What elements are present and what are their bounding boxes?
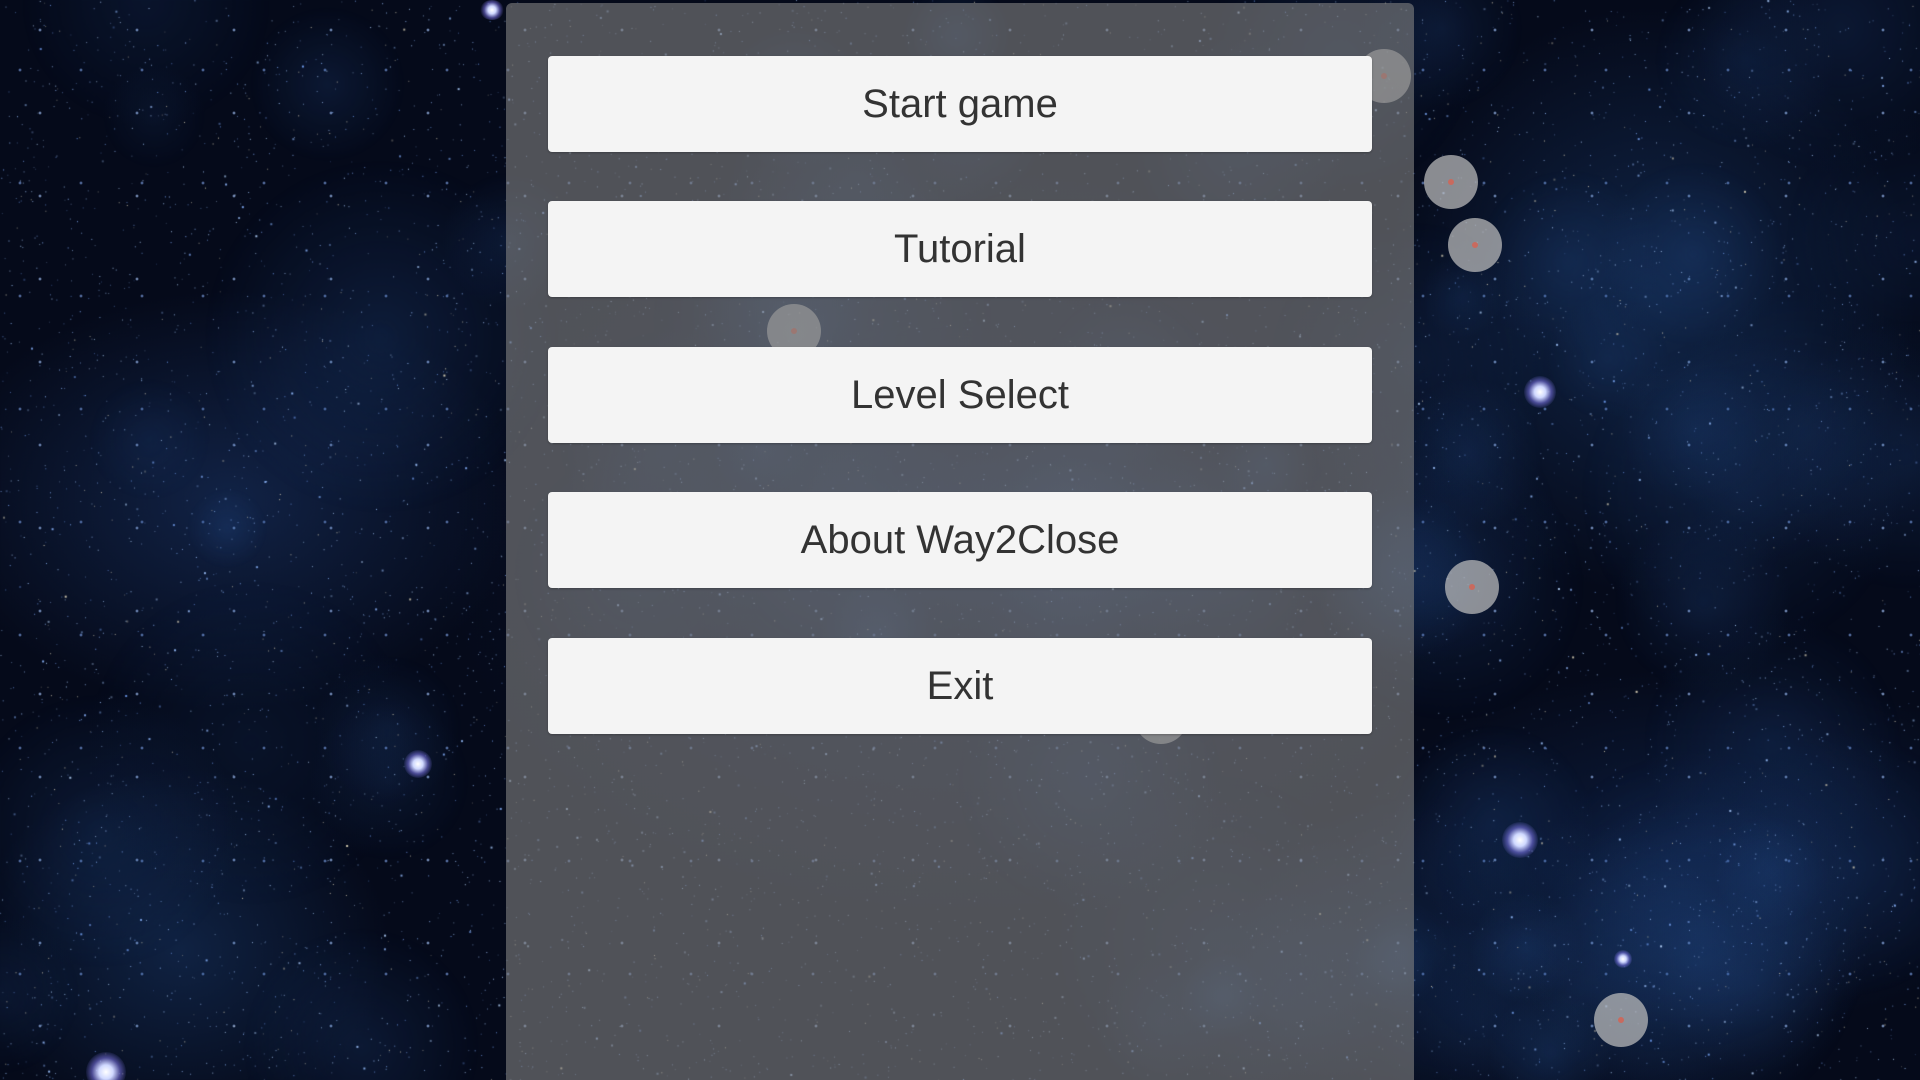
bright-star	[1614, 950, 1632, 968]
bright-star	[480, 0, 504, 20]
exit-button[interactable]: Exit	[548, 638, 1372, 734]
start-game-button[interactable]: Start game	[548, 56, 1372, 152]
bright-star	[404, 750, 432, 778]
tutorial-button[interactable]: Tutorial	[548, 201, 1372, 297]
bright-star	[1502, 822, 1538, 858]
orb	[1594, 993, 1648, 1047]
about-button[interactable]: About Way2Close	[548, 492, 1372, 588]
level-select-button[interactable]: Level Select	[548, 347, 1372, 443]
orb	[1445, 560, 1499, 614]
orb	[1424, 155, 1478, 209]
bright-star	[1524, 376, 1556, 408]
orb	[1448, 218, 1502, 272]
